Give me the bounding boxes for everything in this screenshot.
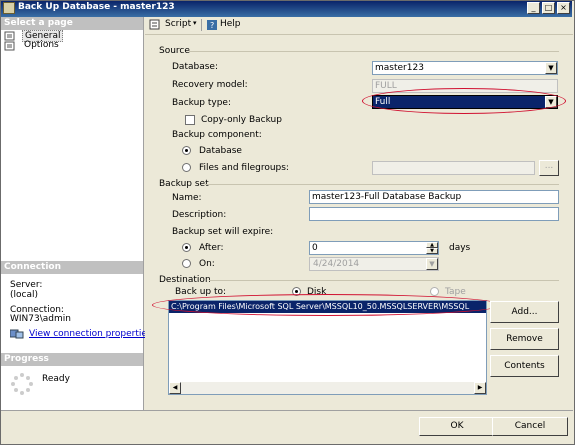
- toolbar-separator: [201, 19, 202, 31]
- expire-on-label: On:: [199, 259, 215, 269]
- backup-component-label: Backup component:: [172, 130, 262, 140]
- ok-button[interactable]: OK: [419, 417, 495, 436]
- minimize-button[interactable]: _: [527, 2, 540, 14]
- maximize-button[interactable]: □: [542, 2, 555, 14]
- source-divider: [189, 51, 559, 52]
- options-page-icon: [4, 41, 16, 51]
- backup-set-divider: [205, 184, 559, 185]
- add-button[interactable]: Add...: [490, 301, 559, 323]
- help-icon: ?: [206, 19, 218, 31]
- copy-only-checkbox[interactable]: [185, 115, 195, 125]
- database-icon: [3, 2, 15, 14]
- copy-only-label: Copy-only Backup: [201, 115, 282, 125]
- select-page-header: Select a page: [1, 17, 143, 30]
- progress-header: Progress: [1, 353, 143, 366]
- progress-spinner-icon: [10, 372, 34, 396]
- view-connection-properties-link[interactable]: View connection properties: [29, 329, 152, 339]
- connection-header: Connection: [1, 261, 143, 274]
- connection-value: WIN73\admin: [10, 314, 71, 324]
- expire-after-radio[interactable]: [182, 243, 191, 252]
- horizontal-scrollbar[interactable]: [169, 382, 486, 394]
- help-button[interactable]: Help: [220, 19, 241, 29]
- files-filegroups-field: [372, 161, 535, 175]
- description-input[interactable]: [309, 207, 559, 221]
- tape-label: Tape: [445, 287, 466, 297]
- component-files-label: Files and filegroups:: [199, 163, 289, 173]
- contents-button[interactable]: Contents: [490, 355, 559, 377]
- sidebar-item-options[interactable]: Options: [24, 40, 59, 50]
- destination-annotation-ellipse: [152, 294, 502, 316]
- expire-on-radio[interactable]: [182, 259, 191, 268]
- expire-label: Backup set will expire:: [172, 227, 274, 237]
- scroll-left-icon[interactable]: ◀: [169, 382, 181, 394]
- component-database-label: Database: [199, 146, 242, 156]
- expire-after-label: After:: [199, 243, 224, 253]
- name-label: Name:: [172, 193, 202, 203]
- backup-type-annotation-ellipse: [362, 88, 566, 114]
- source-header: Source: [159, 46, 190, 56]
- database-label: Database:: [172, 62, 218, 72]
- name-input[interactable]: master123-Full Database Backup: [309, 190, 559, 204]
- tape-radio[interactable]: [430, 287, 439, 296]
- backup-set-header: Backup set: [159, 179, 209, 189]
- svg-text:?: ?: [210, 21, 214, 30]
- files-browse-button[interactable]: ...: [539, 160, 559, 176]
- script-icon: [149, 19, 161, 30]
- backup-type-label: Backup type:: [172, 98, 231, 108]
- chevron-down-icon[interactable]: ▼: [545, 62, 557, 74]
- recovery-model-label: Recovery model:: [172, 80, 248, 90]
- general-page-icon: [4, 31, 16, 41]
- component-files-radio[interactable]: [182, 163, 191, 172]
- component-database-radio[interactable]: [182, 146, 191, 155]
- destination-divider: [209, 280, 559, 281]
- script-dropdown-icon[interactable]: ▾: [193, 19, 197, 27]
- script-button[interactable]: Script: [165, 19, 191, 29]
- scroll-right-icon[interactable]: ▶: [474, 382, 486, 394]
- close-button[interactable]: ×: [557, 2, 570, 14]
- destination-header: Destination: [159, 275, 211, 285]
- window-title: Back Up Database - master123: [18, 2, 175, 12]
- days-label: days: [449, 243, 471, 253]
- progress-status: Ready: [42, 374, 70, 384]
- expire-days-input[interactable]: 0: [309, 241, 439, 255]
- connection-properties-icon: [9, 329, 24, 339]
- cancel-button[interactable]: Cancel: [492, 417, 568, 436]
- expire-date-value: 4/24/2014: [313, 259, 360, 269]
- server-label: Server:: [10, 280, 43, 290]
- description-label: Description:: [172, 210, 227, 220]
- server-value: (local): [10, 290, 38, 300]
- calendar-dropdown-icon[interactable]: ▼: [426, 258, 438, 270]
- remove-button[interactable]: Remove: [490, 328, 559, 350]
- database-select[interactable]: master123: [372, 61, 558, 75]
- spin-down-icon[interactable]: ▼: [426, 248, 438, 254]
